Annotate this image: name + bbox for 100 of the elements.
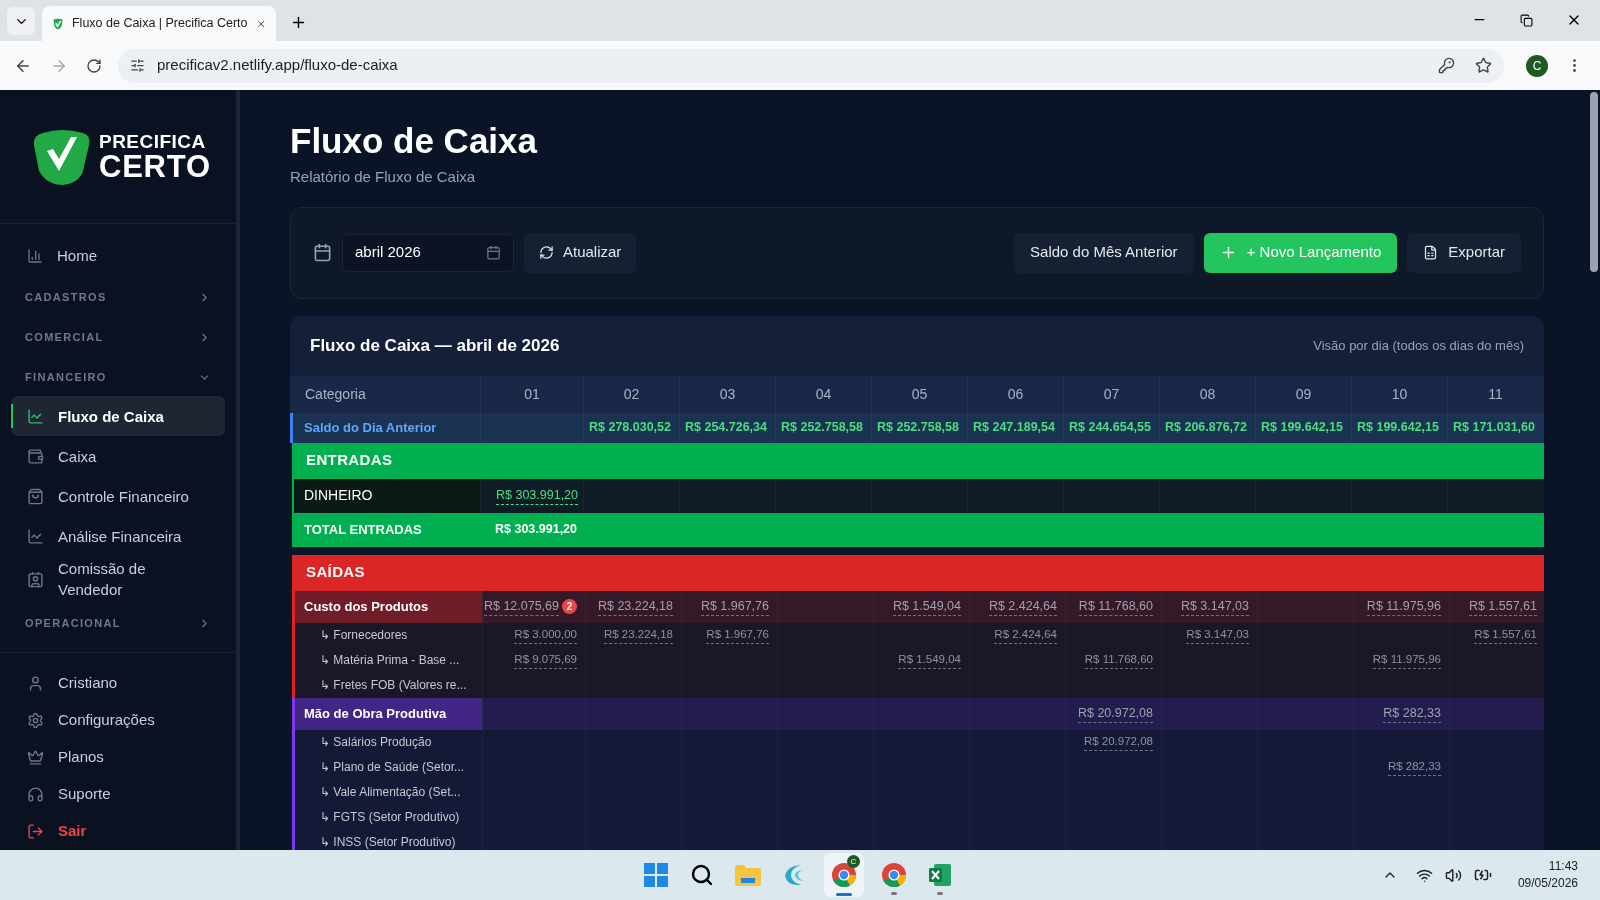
amount-value: R$ 252.758,58 bbox=[781, 419, 863, 437]
amount-value: R$ 171.031,60 bbox=[1453, 419, 1535, 437]
amount-value[interactable]: R$ 2.424,64 bbox=[994, 625, 1057, 645]
amount-value[interactable]: R$ 11.975,96 bbox=[1372, 650, 1441, 670]
column-header: 05 bbox=[871, 375, 967, 413]
address-bar[interactable]: precificav2.netlify.app/fluxo-de-caixa bbox=[118, 48, 1504, 83]
section-header: ENTRADAS bbox=[292, 442, 1544, 479]
logo-text: PRECIFICA bbox=[99, 131, 207, 151]
nav-item[interactable]: Sair bbox=[11, 813, 225, 850]
profile-avatar[interactable]: C bbox=[1526, 54, 1548, 77]
amount-value[interactable]: R$ 20.972,08 bbox=[1077, 703, 1153, 724]
new-tab-icon[interactable] bbox=[290, 14, 307, 31]
amount-value: R$ 206.876,72 bbox=[1165, 419, 1247, 437]
amount-value: R$ 303.991,20 bbox=[495, 521, 577, 539]
nav-category[interactable]: FINANCEIRO bbox=[11, 358, 225, 396]
row-label: ↳ Vale Alimentação (Set... bbox=[320, 784, 461, 801]
file-icon bbox=[1423, 245, 1439, 260]
amount-value[interactable]: R$ 1.549,04 bbox=[892, 596, 961, 617]
nav-item[interactable]: Planos bbox=[11, 739, 225, 776]
amount-value[interactable]: R$ 1.549,04 bbox=[898, 650, 961, 670]
nav-item[interactable]: Suporte bbox=[11, 776, 225, 813]
amount-value: R$ 244.654,55 bbox=[1069, 419, 1151, 437]
nav-item[interactable]: Home bbox=[11, 236, 225, 276]
column-header: 07 bbox=[1063, 375, 1159, 413]
logo-text: CERTO bbox=[99, 150, 211, 182]
view-note: Visão por dia (todos os dias do mês) bbox=[1313, 336, 1524, 355]
column-header: 09 bbox=[1255, 375, 1351, 413]
nav-category[interactable]: CADASTROS bbox=[11, 278, 225, 316]
nav-icon bbox=[27, 786, 44, 803]
amount-value[interactable]: R$ 11.768,60 bbox=[1084, 650, 1153, 670]
amount-value[interactable]: R$ 12.075,69 bbox=[483, 596, 559, 617]
row-label: ↳ Fretes FOB (Valores re... bbox=[320, 677, 467, 694]
row-label: ↳ Fornecedores bbox=[320, 627, 408, 644]
nav-item[interactable]: Comissão de Vendedor bbox=[11, 556, 225, 602]
amount-value[interactable]: R$ 303.991,20 bbox=[496, 485, 578, 506]
amount-value: R$ 254.726,34 bbox=[685, 419, 767, 437]
nav-item[interactable]: Controle Financeiro bbox=[11, 476, 225, 516]
column-header: 03 bbox=[679, 375, 775, 413]
nav-category[interactable]: COMERCIAL bbox=[11, 318, 225, 356]
browser-tab[interactable]: Fluxo de Caixa | Precifica Certo bbox=[42, 6, 276, 41]
nav-icon bbox=[27, 487, 44, 505]
amount-value[interactable]: R$ 11.975,96 bbox=[1366, 596, 1441, 617]
row-label: ↳ Plano de Saúde (Setor... bbox=[320, 759, 465, 776]
nav-item[interactable]: Fluxo de Caixa bbox=[11, 396, 225, 436]
nav-item[interactable]: Caixa bbox=[11, 436, 225, 476]
column-header: 01 bbox=[480, 375, 583, 413]
taskbar-app[interactable]: C bbox=[824, 853, 864, 897]
amount-value[interactable]: R$ 9.075,69 bbox=[514, 650, 577, 670]
nav-item[interactable]: Análise Financeira bbox=[11, 516, 225, 556]
page-subtitle: Relatório de Fluxo de Caixa bbox=[290, 167, 477, 187]
column-header: 06 bbox=[967, 375, 1063, 413]
row-label: Saldo do Dia Anterior bbox=[304, 418, 437, 437]
amount-value[interactable]: R$ 282,33 bbox=[1383, 703, 1441, 724]
amount-value[interactable]: R$ 2.424,64 bbox=[988, 596, 1057, 617]
amount-value[interactable]: R$ 20.972,08 bbox=[1083, 732, 1153, 752]
clock[interactable]: 11:43 09/05/2026 bbox=[1517, 858, 1578, 892]
nav-icon bbox=[27, 675, 44, 692]
amount-value[interactable]: R$ 1.967,76 bbox=[700, 596, 769, 617]
nav-category[interactable]: OPERACIONAL bbox=[11, 604, 225, 642]
amount-value[interactable]: R$ 11.768,60 bbox=[1078, 596, 1153, 617]
amount-value[interactable]: R$ 282,33 bbox=[1387, 757, 1441, 777]
calendar-icon bbox=[486, 245, 501, 260]
export-button[interactable]: Exportar bbox=[1407, 232, 1521, 273]
column-header: 02 bbox=[583, 375, 679, 413]
amount-value[interactable]: R$ 3.000,00 bbox=[514, 625, 577, 645]
volume-icon[interactable] bbox=[1444, 866, 1462, 884]
amount-value[interactable]: R$ 1.557,61 bbox=[1474, 625, 1537, 645]
amount-value[interactable]: R$ 3.147,03 bbox=[1186, 625, 1249, 645]
search-icon bbox=[690, 863, 714, 887]
amount-value: R$ 199.642,15 bbox=[1261, 419, 1343, 437]
month-field[interactable]: abril 2026 bbox=[342, 233, 514, 272]
key-icon[interactable] bbox=[1438, 57, 1455, 74]
previous-balance-button[interactable]: Saldo do Mês Anterior bbox=[1014, 232, 1194, 273]
row-label: Custo dos Produtos bbox=[304, 597, 429, 616]
amount-value[interactable]: R$ 23.224,18 bbox=[597, 596, 673, 617]
column-header: Categoria bbox=[304, 384, 367, 404]
nav-icon bbox=[27, 407, 44, 425]
amount-value: R$ 247.189,54 bbox=[973, 419, 1055, 437]
amount-value[interactable]: R$ 1.967,76 bbox=[706, 625, 769, 645]
amount-value: R$ 278.030,52 bbox=[589, 419, 671, 437]
nav-item[interactable]: Cristiano bbox=[11, 665, 225, 702]
site-settings-icon bbox=[130, 58, 145, 73]
spreadsheet-icon bbox=[928, 863, 952, 887]
amount-value[interactable]: R$ 23.224,18 bbox=[603, 625, 673, 645]
row-label: ↳ Matéria Prima - Base ... bbox=[320, 652, 460, 669]
browser-icon bbox=[831, 862, 857, 888]
amount-value[interactable]: R$ 1.557,61 bbox=[1468, 596, 1537, 617]
refresh-button[interactable]: Atualizar bbox=[524, 232, 637, 273]
amount-value[interactable]: R$ 3.147,03 bbox=[1180, 596, 1249, 617]
column-header: 04 bbox=[775, 375, 871, 413]
profile-badge: C bbox=[847, 855, 860, 868]
restore-icon[interactable] bbox=[1520, 14, 1533, 27]
nav-item[interactable]: Configurações bbox=[11, 702, 225, 739]
reload-icon[interactable] bbox=[86, 57, 102, 74]
row-label: ↳ Salários Produção bbox=[320, 734, 432, 751]
tab-title: Fluxo de Caixa | Precifica Certo bbox=[71, 15, 248, 33]
row-label: Mão de Obra Produtiva bbox=[304, 704, 447, 723]
nav-icon bbox=[27, 823, 44, 840]
browser-icon bbox=[881, 862, 907, 888]
star-icon[interactable] bbox=[1475, 57, 1492, 74]
